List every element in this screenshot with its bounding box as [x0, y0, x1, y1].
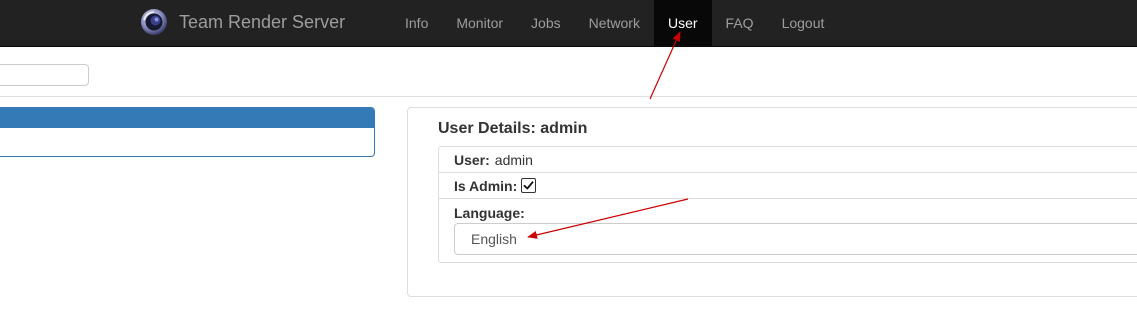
language-select[interactable]: English	[454, 223, 1137, 255]
user-list-panel	[0, 107, 375, 157]
search-input[interactable]	[0, 64, 89, 86]
nav-monitor[interactable]: Monitor	[442, 0, 517, 46]
checkmark-icon	[523, 181, 534, 190]
top-navbar: Team Render Server Info Monitor Jobs Net…	[0, 0, 1137, 47]
language-label: Language:	[454, 205, 525, 221]
nav-jobs[interactable]: Jobs	[517, 0, 575, 46]
user-value: admin	[494, 151, 533, 168]
nav-info[interactable]: Info	[391, 0, 442, 46]
nav-faq[interactable]: FAQ	[712, 0, 768, 46]
nav-network[interactable]: Network	[575, 0, 654, 46]
cinema4d-logo-icon	[141, 9, 167, 35]
user-details-panel: User Details: admin User: admin Is Admin…	[407, 107, 1137, 297]
user-details-title: User Details: admin	[438, 120, 588, 137]
user-list-heading	[0, 108, 374, 128]
user-details-list: User: admin Is Admin: Language: English	[438, 146, 1137, 263]
user-row: User: admin	[439, 147, 1137, 173]
main-nav: Info Monitor Jobs Network User FAQ Logou…	[391, 0, 838, 46]
language-selected-value: English	[471, 231, 517, 247]
brand-title: Team Render Server	[179, 11, 346, 32]
divider	[0, 96, 1137, 97]
brand-link[interactable]: Team Render Server	[140, 7, 345, 37]
nav-logout[interactable]: Logout	[768, 0, 839, 46]
is-admin-checkbox[interactable]	[521, 178, 537, 193]
user-label: User:	[454, 151, 490, 168]
is-admin-row: Is Admin:	[439, 173, 1137, 199]
language-row: Language: English	[439, 199, 1137, 262]
is-admin-label: Is Admin:	[454, 177, 518, 194]
nav-user[interactable]: User	[653, 0, 712, 46]
